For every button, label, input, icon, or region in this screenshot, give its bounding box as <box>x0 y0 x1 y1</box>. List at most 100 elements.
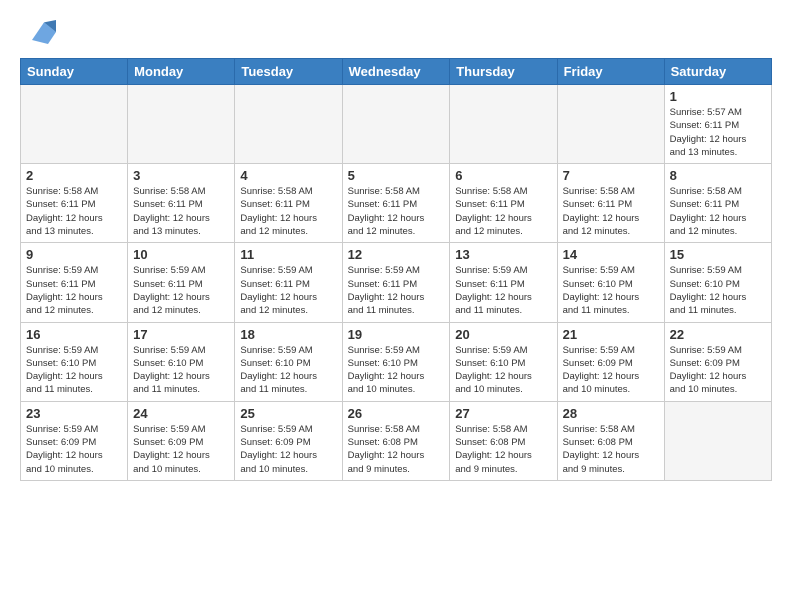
calendar-cell: 25 Sunrise: 5:59 AM Sunset: 6:09 PM Dayli… <box>235 401 342 480</box>
calendar-cell: 15 Sunrise: 5:59 AM Sunset: 6:10 PM Dayli… <box>664 243 771 322</box>
calendar-cell: 18 Sunrise: 5:59 AM Sunset: 6:10 PM Dayli… <box>235 322 342 401</box>
day-info: Sunrise: 5:58 AM Sunset: 6:11 PM Dayligh… <box>455 185 551 238</box>
calendar-cell: 20 Sunrise: 5:59 AM Sunset: 6:10 PM Dayli… <box>450 322 557 401</box>
calendar-cell: 28 Sunrise: 5:58 AM Sunset: 6:08 PM Dayli… <box>557 401 664 480</box>
day-number: 13 <box>455 247 551 262</box>
day-info: Sunrise: 5:59 AM Sunset: 6:10 PM Dayligh… <box>348 344 445 397</box>
calendar-week-2: 9 Sunrise: 5:59 AM Sunset: 6:11 PM Daylig… <box>21 243 772 322</box>
calendar-week-0: 1 Sunrise: 5:57 AM Sunset: 6:11 PM Daylig… <box>21 85 772 164</box>
day-number: 20 <box>455 327 551 342</box>
day-info: Sunrise: 5:59 AM Sunset: 6:09 PM Dayligh… <box>240 423 336 476</box>
calendar-cell <box>450 85 557 164</box>
day-info: Sunrise: 5:59 AM Sunset: 6:11 PM Dayligh… <box>240 264 336 317</box>
day-info: Sunrise: 5:59 AM Sunset: 6:10 PM Dayligh… <box>240 344 336 397</box>
page-container: SundayMondayTuesdayWednesdayThursdayFrid… <box>0 0 792 491</box>
day-info: Sunrise: 5:59 AM Sunset: 6:10 PM Dayligh… <box>26 344 122 397</box>
day-number: 9 <box>26 247 122 262</box>
calendar-header-monday: Monday <box>128 59 235 85</box>
day-number: 6 <box>455 168 551 183</box>
day-number: 19 <box>348 327 445 342</box>
day-info: Sunrise: 5:58 AM Sunset: 6:08 PM Dayligh… <box>348 423 445 476</box>
day-info: Sunrise: 5:58 AM Sunset: 6:11 PM Dayligh… <box>240 185 336 238</box>
day-info: Sunrise: 5:58 AM Sunset: 6:11 PM Dayligh… <box>348 185 445 238</box>
day-number: 25 <box>240 406 336 421</box>
calendar-cell: 4 Sunrise: 5:58 AM Sunset: 6:11 PM Daylig… <box>235 164 342 243</box>
day-info: Sunrise: 5:59 AM Sunset: 6:10 PM Dayligh… <box>133 344 229 397</box>
calendar: SundayMondayTuesdayWednesdayThursdayFrid… <box>20 58 772 481</box>
day-number: 26 <box>348 406 445 421</box>
day-number: 28 <box>563 406 659 421</box>
calendar-cell: 13 Sunrise: 5:59 AM Sunset: 6:11 PM Dayli… <box>450 243 557 322</box>
calendar-cell: 7 Sunrise: 5:58 AM Sunset: 6:11 PM Daylig… <box>557 164 664 243</box>
day-info: Sunrise: 5:59 AM Sunset: 6:10 PM Dayligh… <box>670 264 766 317</box>
calendar-cell: 23 Sunrise: 5:59 AM Sunset: 6:09 PM Dayli… <box>21 401 128 480</box>
day-number: 4 <box>240 168 336 183</box>
calendar-cell: 21 Sunrise: 5:59 AM Sunset: 6:09 PM Dayli… <box>557 322 664 401</box>
day-info: Sunrise: 5:59 AM Sunset: 6:09 PM Dayligh… <box>563 344 659 397</box>
day-info: Sunrise: 5:59 AM Sunset: 6:11 PM Dayligh… <box>455 264 551 317</box>
calendar-cell: 27 Sunrise: 5:58 AM Sunset: 6:08 PM Dayli… <box>450 401 557 480</box>
calendar-header-saturday: Saturday <box>664 59 771 85</box>
calendar-header-thursday: Thursday <box>450 59 557 85</box>
day-info: Sunrise: 5:58 AM Sunset: 6:11 PM Dayligh… <box>563 185 659 238</box>
day-number: 27 <box>455 406 551 421</box>
day-info: Sunrise: 5:59 AM Sunset: 6:09 PM Dayligh… <box>670 344 766 397</box>
calendar-cell: 19 Sunrise: 5:59 AM Sunset: 6:10 PM Dayli… <box>342 322 450 401</box>
day-number: 3 <box>133 168 229 183</box>
calendar-cell: 6 Sunrise: 5:58 AM Sunset: 6:11 PM Daylig… <box>450 164 557 243</box>
calendar-cell: 22 Sunrise: 5:59 AM Sunset: 6:09 PM Dayli… <box>664 322 771 401</box>
day-number: 23 <box>26 406 122 421</box>
calendar-header-friday: Friday <box>557 59 664 85</box>
day-number: 24 <box>133 406 229 421</box>
day-number: 12 <box>348 247 445 262</box>
day-number: 22 <box>670 327 766 342</box>
day-info: Sunrise: 5:58 AM Sunset: 6:08 PM Dayligh… <box>563 423 659 476</box>
calendar-week-1: 2 Sunrise: 5:58 AM Sunset: 6:11 PM Daylig… <box>21 164 772 243</box>
calendar-cell: 12 Sunrise: 5:59 AM Sunset: 6:11 PM Dayli… <box>342 243 450 322</box>
calendar-header-row: SundayMondayTuesdayWednesdayThursdayFrid… <box>21 59 772 85</box>
calendar-week-4: 23 Sunrise: 5:59 AM Sunset: 6:09 PM Dayli… <box>21 401 772 480</box>
calendar-cell: 3Sunrise: 5:58 AM Sunset: 6:11 PM Daylig… <box>128 164 235 243</box>
calendar-cell <box>128 85 235 164</box>
calendar-cell <box>664 401 771 480</box>
day-number: 21 <box>563 327 659 342</box>
day-number: 17 <box>133 327 229 342</box>
day-number: 16 <box>26 327 122 342</box>
calendar-cell <box>342 85 450 164</box>
calendar-cell: 10Sunrise: 5:59 AM Sunset: 6:11 PM Dayli… <box>128 243 235 322</box>
header <box>20 16 772 48</box>
calendar-header-wednesday: Wednesday <box>342 59 450 85</box>
calendar-cell: 17 Sunrise: 5:59 AM Sunset: 6:10 PM Dayli… <box>128 322 235 401</box>
day-number: 7 <box>563 168 659 183</box>
calendar-cell: 1 Sunrise: 5:57 AM Sunset: 6:11 PM Daylig… <box>664 85 771 164</box>
day-number: 14 <box>563 247 659 262</box>
day-number: 8 <box>670 168 766 183</box>
calendar-cell: 11 Sunrise: 5:59 AM Sunset: 6:11 PM Dayli… <box>235 243 342 322</box>
day-info: Sunrise: 5:58 AM Sunset: 6:11 PM Dayligh… <box>26 185 122 238</box>
day-info: Sunrise: 5:59 AM Sunset: 6:11 PM Dayligh… <box>26 264 122 317</box>
logo-icon <box>24 16 56 48</box>
day-info: Sunrise: 5:58 AM Sunset: 6:08 PM Dayligh… <box>455 423 551 476</box>
calendar-cell: 14 Sunrise: 5:59 AM Sunset: 6:10 PM Dayli… <box>557 243 664 322</box>
calendar-cell <box>21 85 128 164</box>
day-number: 11 <box>240 247 336 262</box>
day-number: 2 <box>26 168 122 183</box>
day-info: Sunrise: 5:59 AM Sunset: 6:10 PM Dayligh… <box>563 264 659 317</box>
calendar-cell: 5Sunrise: 5:58 AM Sunset: 6:11 PM Daylig… <box>342 164 450 243</box>
day-info: Sunrise: 5:59 AM Sunset: 6:10 PM Dayligh… <box>455 344 551 397</box>
day-number: 15 <box>670 247 766 262</box>
day-info: Sunrise: 5:59 AM Sunset: 6:09 PM Dayligh… <box>133 423 229 476</box>
day-info: Sunrise: 5:59 AM Sunset: 6:09 PM Dayligh… <box>26 423 122 476</box>
calendar-cell <box>235 85 342 164</box>
day-number: 18 <box>240 327 336 342</box>
day-info: Sunrise: 5:57 AM Sunset: 6:11 PM Dayligh… <box>670 106 766 159</box>
calendar-cell: 24 Sunrise: 5:59 AM Sunset: 6:09 PM Dayli… <box>128 401 235 480</box>
calendar-cell <box>557 85 664 164</box>
calendar-cell: 9 Sunrise: 5:59 AM Sunset: 6:11 PM Daylig… <box>21 243 128 322</box>
calendar-week-3: 16 Sunrise: 5:59 AM Sunset: 6:10 PM Dayli… <box>21 322 772 401</box>
day-info: Sunrise: 5:59 AM Sunset: 6:11 PM Dayligh… <box>348 264 445 317</box>
day-info: Sunrise: 5:58 AM Sunset: 6:11 PM Dayligh… <box>670 185 766 238</box>
day-number: 1 <box>670 89 766 104</box>
logo <box>20 16 56 48</box>
day-number: 10 <box>133 247 229 262</box>
